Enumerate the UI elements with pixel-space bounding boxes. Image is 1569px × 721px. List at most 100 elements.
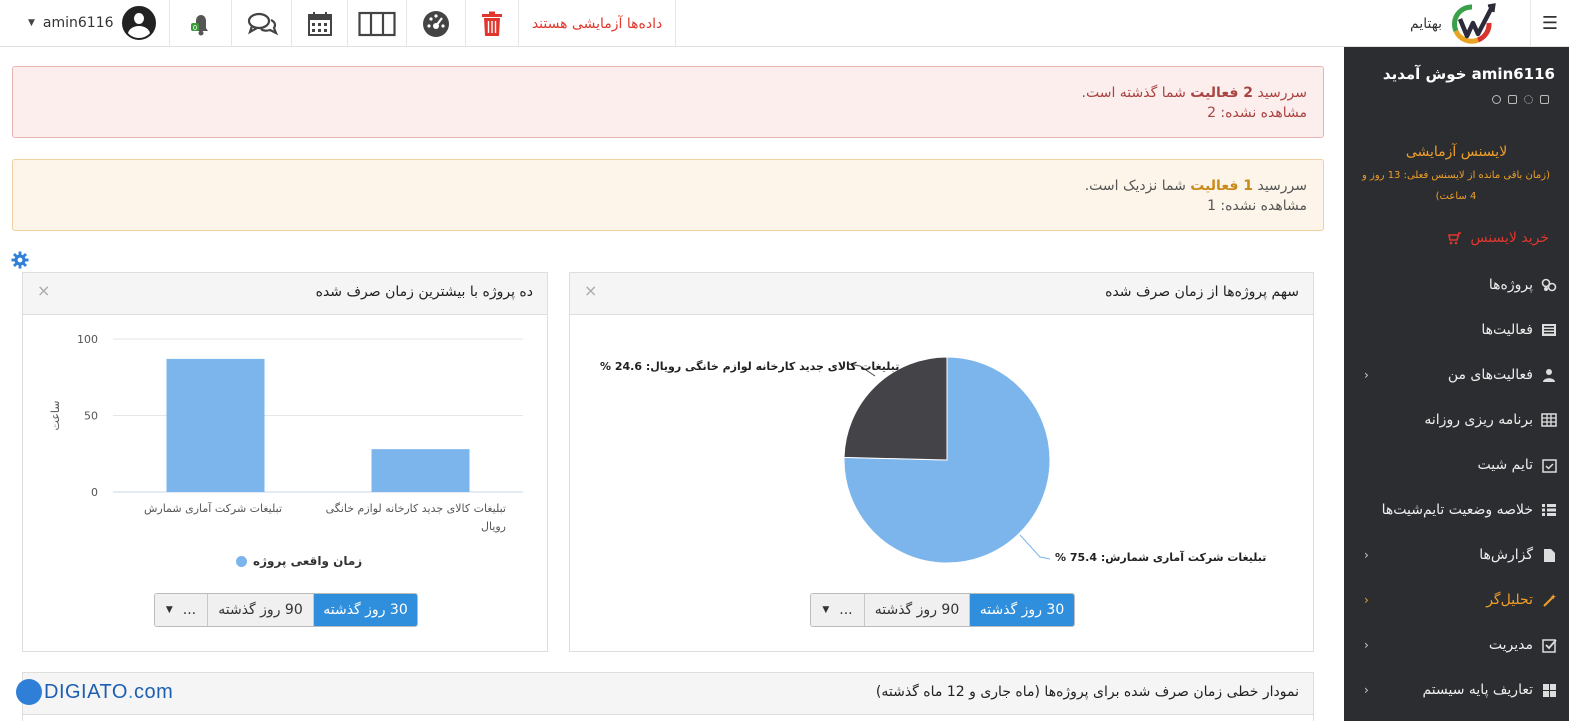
cart-icon (1448, 231, 1462, 244)
chevron-icon: › (1364, 368, 1369, 382)
sidebar-item-daily-planning[interactable]: برنامه ریزی روزانه (1344, 405, 1569, 435)
brand-name: بهتایم (1410, 16, 1443, 32)
sidebar-item-analyzer[interactable]: › تحلیل‌گر (1344, 585, 1569, 615)
board-button[interactable] (347, 0, 406, 47)
digiato-text: DIGIATO.com (44, 680, 174, 703)
pie-label-shomaresh: تبلیغات شرکت آماری شمارش: 75.4 % (1055, 551, 1267, 564)
logo-icon (1452, 3, 1496, 44)
caret-down-icon[interactable]: ▼ (28, 18, 35, 28)
pie-range-selector: ... ▼ 90 روز گذشته 30 روز گذشته (810, 593, 1075, 627)
trash-icon (482, 11, 502, 36)
more-ranges-dropdown[interactable]: ... ▼ (155, 594, 208, 626)
caret-down-icon: ▼ (165, 605, 173, 615)
sidebar-item-management[interactable]: › مدیریت (1344, 630, 1569, 660)
settings-icon[interactable] (1524, 95, 1533, 104)
lock-icon[interactable] (1540, 95, 1549, 104)
bar[interactable] (166, 358, 265, 492)
range-30-days-button[interactable]: 30 روز گذشته (970, 594, 1074, 626)
sidebar-toggle-button[interactable]: ☰ (1530, 0, 1569, 47)
welcome-text: amin6116 خوش آمدید (1382, 65, 1555, 83)
chevron-icon: › (1364, 638, 1369, 652)
range-30-days-button[interactable]: 30 روز گذشته (314, 594, 417, 626)
sidebar-item-label: فعالیت‌ها (1481, 322, 1533, 338)
buy-license-label: خرید لایسنس (1470, 230, 1549, 246)
bar-legend[interactable]: زمان واقعی پروژه (236, 554, 362, 568)
bell-icon: 0 (190, 14, 208, 35)
avatar[interactable] (121, 6, 156, 40)
sidebar-item-timesheet-summary[interactable]: خلاصه وضعیت تایم‌شیت‌ها (1344, 495, 1569, 525)
list-icon (1541, 503, 1557, 517)
notifications-button[interactable]: 0 (169, 0, 231, 47)
range-90-days-button[interactable]: 90 روز گذشته (208, 594, 314, 626)
upcoming-alert[interactable]: سررسید 1 فعالیت شما نزدیک است. مشاهده نش… (12, 159, 1324, 231)
sidebar: amin6116 خوش آمدید لایسنس آزمایشی (زمان … (1344, 47, 1569, 721)
alert-suffix: شما نزدیک است. (1084, 178, 1186, 194)
more-ranges-dropdown[interactable]: ... ▼ (811, 594, 865, 626)
bar-category-label: تبلیغات شرکت آماری شمارش (143, 502, 283, 515)
alert-suffix: شما گذشته است. (1081, 85, 1186, 101)
grid-icon (1541, 413, 1557, 427)
sidebar-tools (1492, 95, 1549, 104)
panel-title: نمودار خطی زمان صرف شده برای پروژه‌ها (م… (875, 684, 1299, 700)
sidebar-item-projects[interactable]: پروژه‌ها (1344, 270, 1569, 300)
pie-chart-panel: سهم پروژه‌ها از زمان صرف شده × تبلیغات ک… (569, 272, 1314, 652)
y-axis-title: ساعت (49, 401, 62, 431)
sidebar-item-my-activities[interactable]: › فعالیت‌های من (1344, 360, 1569, 390)
sidebar-item-reports[interactable]: › گزارش‌ها (1344, 540, 1569, 570)
sidebar-item-label: فعالیت‌های من (1447, 367, 1533, 383)
projects-icon (1541, 278, 1557, 292)
y-tick-label: 100 (77, 333, 98, 346)
sidebar-item-label: تحلیل‌گر (1486, 592, 1533, 608)
calendar-button[interactable] (291, 0, 347, 47)
sidebar-item-label: پروژه‌ها (1488, 277, 1533, 293)
alert-prefix: سررسید (1257, 178, 1307, 194)
overdue-alert-line: سررسید 2 فعالیت شما گذشته است. (13, 83, 1307, 103)
sidebar-item-label: خلاصه وضعیت تایم‌شیت‌ها (1381, 502, 1533, 518)
alert-count[interactable]: 1 فعالیت (1190, 178, 1253, 194)
alert-count[interactable]: 2 فعالیت (1190, 85, 1253, 101)
bar-category-label: تبلیغات کالای جدید کارخانه لوازم خانگی ر… (325, 502, 506, 533)
sidebar-item-timesheet[interactable]: تایم شیت (1344, 450, 1569, 480)
bar-range-selector: ... ▼ 90 روز گذشته 30 روز گذشته (154, 593, 418, 627)
y-tick-label: 50 (84, 410, 98, 423)
license-remaining: (زمان باقی مانده از لایسنس فعلی: 13 روز … (1362, 170, 1550, 202)
buy-license-link[interactable]: خرید لایسنس (1448, 230, 1549, 246)
username-label[interactable]: amin6116 (43, 15, 114, 31)
caret-down-icon: ▼ (822, 605, 830, 615)
y-tick-label: 0 (91, 486, 98, 499)
user-icon (1541, 368, 1557, 382)
alert-prefix: سررسید (1257, 85, 1307, 101)
brand-logo[interactable]: بهتایم (1410, 2, 1496, 46)
columns-icon (358, 11, 396, 36)
user-menu[interactable]: ▼ amin6116 (28, 6, 156, 40)
bar[interactable] (371, 449, 470, 492)
profile-card-icon[interactable] (1508, 95, 1517, 104)
sidebar-item-activities[interactable]: فعالیت‌ها (1344, 315, 1569, 345)
calendar-icon (307, 11, 332, 36)
chevron-icon: › (1364, 548, 1369, 562)
license-title: لایسنس آزمایشی (1405, 144, 1508, 160)
messages-button[interactable] (231, 0, 291, 47)
chevron-icon: › (1364, 593, 1369, 607)
sidebar-item-label: تایم شیت (1477, 457, 1533, 473)
line-chart-panel: نمودار خطی زمان صرف شده برای پروژه‌ها (م… (22, 672, 1314, 721)
trial-data-notice: داده‌ها آزمایشی هستند (518, 0, 676, 47)
wand-icon (1541, 593, 1557, 607)
gear-icon[interactable] (11, 251, 29, 269)
dashboard-button[interactable] (406, 0, 465, 47)
sidebar-item-label: مدیریت (1488, 637, 1533, 653)
upcoming-unseen: مشاهده نشده: 1 (1207, 198, 1307, 214)
sidebar-item-base-definitions[interactable]: › تعاریف پایه سیستم (1344, 675, 1569, 705)
clear-data-button[interactable] (465, 0, 518, 47)
sidebar-item-label: برنامه ریزی روزانه (1424, 412, 1533, 428)
file-icon (1541, 548, 1557, 562)
power-icon[interactable] (1492, 95, 1501, 104)
activities-icon (1541, 323, 1557, 337)
range-90-days-button[interactable]: 90 روز گذشته (865, 594, 970, 626)
overdue-alert[interactable]: سررسید 2 فعالیت شما گذشته است. مشاهده نش… (12, 66, 1324, 138)
range-more-label: ... (839, 602, 853, 618)
svg-text:0: 0 (192, 24, 196, 32)
range-more-label: ... (182, 602, 197, 618)
legend-label: زمان واقعی پروژه (253, 554, 363, 568)
digiato-watermark: DIGIATO.com (16, 678, 173, 706)
